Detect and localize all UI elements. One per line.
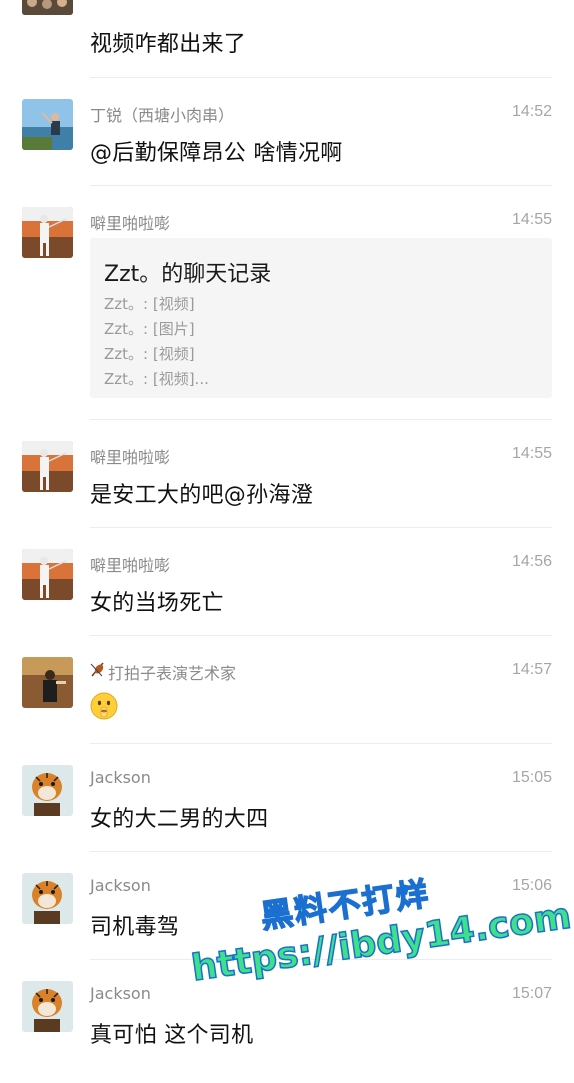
tiger-icon bbox=[22, 873, 73, 924]
fencer-icon bbox=[22, 207, 73, 258]
chat-record-card[interactable]: Zzt。的聊天记录 Zzt。: [视频] Zzt。: [图片] Zzt。: [视… bbox=[90, 238, 552, 398]
avatar[interactable] bbox=[22, 657, 73, 708]
avatar[interactable] bbox=[22, 441, 73, 492]
performer-icon bbox=[22, 657, 73, 708]
sender-name[interactable]: 丁锐（西塘小肉串） bbox=[90, 102, 234, 126]
message-item[interactable]: 视频咋都出来了 bbox=[0, 0, 574, 78]
message-time: 15:05 bbox=[511, 769, 552, 786]
message-item[interactable]: Jackson 15:06 司机毒驾 bbox=[0, 852, 574, 960]
message-text: 女的当场死亡 bbox=[90, 591, 224, 616]
avatar[interactable] bbox=[22, 0, 73, 15]
message-item[interactable]: 噼里啪啦嘭 14:55 是安工大的吧@孙海澄 bbox=[0, 420, 574, 528]
message-time: 15:07 bbox=[511, 985, 552, 1002]
message-item[interactable]: 丁锐（西塘小肉串） 14:52 @后勤保障昂公 啥情况啊 bbox=[0, 78, 574, 186]
message-time: 14:55 bbox=[511, 211, 552, 228]
avatar[interactable] bbox=[22, 207, 73, 258]
chat-record-line: Zzt。: [视频] bbox=[104, 295, 195, 313]
avatar[interactable] bbox=[22, 873, 73, 924]
message-item[interactable]: 噼里啪啦嘭 14:56 女的当场死亡 bbox=[0, 528, 574, 636]
message-text: 女的大二男的大四 bbox=[90, 807, 269, 832]
chat-record-line: Zzt。: [图片] bbox=[104, 320, 195, 338]
chat-history: 视频咋都出来了 丁锐（西塘小肉串） 14:52 @后勤保障昂公 啥情况啊 噼里啪… bbox=[0, 0, 574, 1083]
message-time: 15:06 bbox=[511, 877, 552, 894]
message-item[interactable]: 噼里啪啦嘭 14:55 Zzt。的聊天记录 Zzt。: [视频] Zzt。: [… bbox=[0, 186, 574, 420]
fencer-icon bbox=[22, 441, 73, 492]
chat-record-line: Zzt。: [视频] bbox=[104, 345, 195, 363]
message-item[interactable]: 打拍子表演艺术家 14:57 bbox=[0, 636, 574, 744]
message-text: 视频咋都出来了 bbox=[90, 32, 247, 57]
message-text: 是安工大的吧@孙海澄 bbox=[90, 483, 314, 508]
seaside-person-icon bbox=[22, 99, 73, 150]
sender-name[interactable]: 噼里啪啦嘭 bbox=[90, 552, 170, 576]
message-time: 14:56 bbox=[511, 553, 552, 570]
shushing-face-emoji-icon bbox=[90, 692, 118, 720]
message-text: 真可怕 这个司机 bbox=[90, 1023, 254, 1048]
tiger-icon bbox=[22, 981, 73, 1032]
message-item[interactable]: Jackson 15:05 女的大二男的大四 bbox=[0, 744, 574, 852]
message-text: 司机毒驾 bbox=[90, 915, 180, 940]
avatar[interactable] bbox=[22, 765, 73, 816]
sender-name[interactable]: 噼里啪啦嘭 bbox=[90, 210, 170, 234]
chat-record-title: Zzt。的聊天记录 bbox=[104, 262, 272, 287]
sender-name[interactable]: Jackson bbox=[90, 768, 151, 787]
sender-name[interactable]: 噼里啪啦嘭 bbox=[90, 444, 170, 468]
message-item[interactable]: Jackson 15:07 真可怕 这个司机 bbox=[0, 960, 574, 1083]
sender-name[interactable]: Jackson bbox=[90, 984, 151, 1003]
message-time: 14:55 bbox=[511, 445, 552, 462]
message-text: @后勤保障昂公 啥情况啊 bbox=[90, 141, 343, 166]
message-time: 14:57 bbox=[511, 661, 552, 678]
fencer-icon bbox=[22, 549, 73, 600]
avatar[interactable] bbox=[22, 99, 73, 150]
sender-name[interactable]: 打拍子表演艺术家 bbox=[108, 660, 236, 684]
avatar[interactable] bbox=[22, 549, 73, 600]
avatar[interactable] bbox=[22, 981, 73, 1032]
violin-icon bbox=[90, 660, 106, 678]
message-time: 14:52 bbox=[511, 103, 552, 120]
chat-record-line: Zzt。: [视频]... bbox=[104, 370, 209, 388]
crowd-photo-icon bbox=[22, 0, 73, 15]
sender-name[interactable]: Jackson bbox=[90, 876, 151, 895]
tiger-icon bbox=[22, 765, 73, 816]
